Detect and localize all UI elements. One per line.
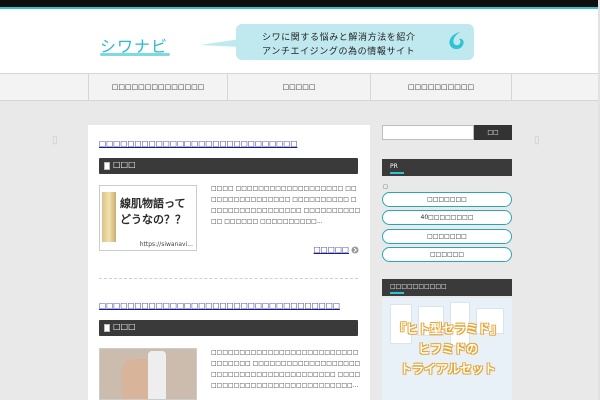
arrow-circle-icon (351, 246, 359, 254)
post-1-thumbnail[interactable]: 線肌物語って どうなの？？ https://siwanavi... (99, 185, 197, 251)
post-2-title[interactable]: □□□□□□□□□□□□□□□□□□□□□□□□□□□□□□□□□□ (99, 301, 340, 310)
top-bar (0, 0, 600, 9)
post-1-excerpt: □□□□ □□□□□□□□□□□□□□□□□□□ □□□□□□□□□□□□□□□… (211, 185, 361, 225)
nav-item-1-label: □□□□□□□□□□□□□□ (111, 83, 205, 91)
promo-line3: トライアルセット (400, 362, 496, 376)
product-bottle (102, 192, 116, 242)
pr-button-2[interactable]: 40□□□□□□□□ (382, 210, 512, 225)
nav-item-2[interactable]: □□□□□ (228, 74, 371, 101)
heading-accent (390, 292, 404, 294)
promo-line1: 『ヒト型セラミド』 (393, 322, 502, 336)
thumbnail-caption-line2: どうなの？？ (120, 213, 186, 226)
thumbnail-caption: 線肌物語って どうなの？？ (120, 196, 186, 228)
folder-icon (104, 162, 110, 170)
bubble-tail (200, 39, 240, 47)
tube-image (148, 351, 166, 399)
pr-button-4[interactable]: □□□□□□ (382, 247, 512, 262)
heading-accent (390, 172, 404, 174)
thumbnail-url: https://siwanavi... (139, 241, 193, 248)
post-2-thumbnail[interactable] (99, 348, 197, 400)
left-side-mark: ▯ (52, 135, 58, 146)
site-logo[interactable]: シワナビ (100, 33, 172, 59)
tagline-line1: シワに関する悩みと解消方法を紹介 (262, 33, 416, 43)
pr-button-1[interactable]: □□□□□□□ (382, 192, 512, 207)
readmore-link[interactable]: □□□□□ (314, 245, 359, 254)
folder-icon (104, 324, 110, 332)
pr-button-3[interactable]: □□□□□□□ (382, 229, 512, 244)
promo-banner[interactable]: 『ヒト型セラミド』 ヒフミドの トライアルセット (382, 298, 512, 400)
promo-widget-heading: □□□□□□□□□□ (382, 279, 512, 296)
tagline-line2: アンチエイジングの為の情報サイト (262, 47, 416, 57)
pr-widget-heading: PR (382, 159, 512, 176)
promo-text: 『ヒト型セラミド』 ヒフミドの トライアルセット (392, 320, 504, 380)
nav-item-3[interactable]: □□□□□□□□□□ (371, 74, 512, 101)
right-side-mark: ▯ (534, 135, 540, 146)
post-2-category[interactable]: □□□ (113, 322, 136, 331)
post-separator (99, 278, 358, 279)
nav-item-3-label: □□□□□□□□□□ (407, 83, 475, 91)
readmore-label: □□□□□ (313, 245, 349, 254)
post-2-excerpt: □□□□□□□□□□□□□□□□□□□□□□□□□□□□□□□□□ □□□□□□… (211, 349, 361, 389)
post-1-category-bar: □□□ (99, 158, 358, 174)
post-1-category[interactable]: □□□ (113, 160, 136, 169)
post-2-category-bar: □□□ (99, 320, 358, 336)
search-button[interactable]: □□ (474, 125, 512, 140)
nav-item-1[interactable]: □□□□□□□□□□□□□□ (88, 74, 228, 101)
promo-line2: ヒフミドの (417, 342, 478, 356)
logo-underline (100, 53, 170, 56)
post-1-title[interactable]: □□□□□□□□□□□□□□□□□□□□□□□□□□□□ (99, 139, 297, 148)
pr-heading-label: PR (390, 163, 398, 170)
thumbnail-caption-line1: 線肌物語って (120, 197, 186, 210)
promo-heading-label: □□□□□□□□□□ (390, 283, 447, 290)
tagline-bubble: シワに関する悩みと解消方法を紹介 アンチエイジングの為の情報サイト (236, 24, 474, 60)
pr-caption: □ (383, 184, 388, 190)
site-header: シワナビ シワに関する悩みと解消方法を紹介 アンチエイジングの為の情報サイト (0, 9, 600, 73)
search-input[interactable] (382, 125, 474, 140)
water-drop-icon (449, 32, 464, 50)
global-nav: □□□□□□□□□□□□□□ □□□□□ □□□□□□□□□□ (0, 73, 600, 101)
nav-item-2-label: □□□□□ (282, 83, 316, 91)
main-content: □□□□□□□□□□□□□□□□□□□□□□□□□□□□ □□□ 線肌物語って … (88, 125, 370, 400)
